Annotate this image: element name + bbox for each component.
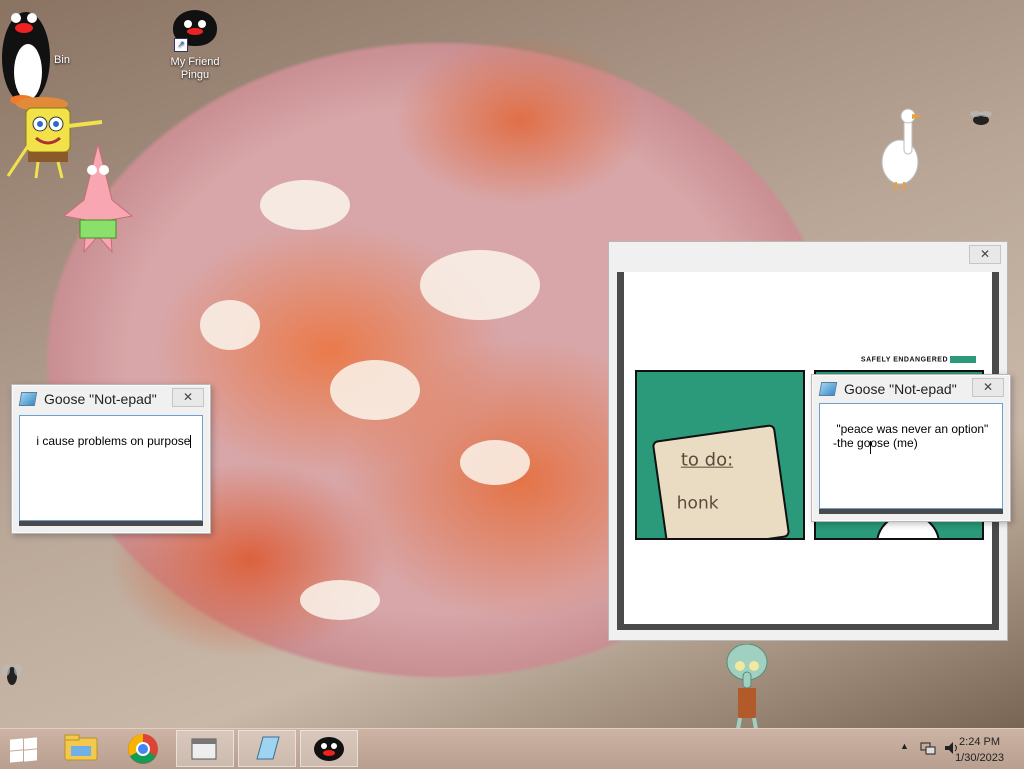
- taskbar-notepad[interactable]: [238, 730, 296, 767]
- window-title: Goose "Not-epad": [844, 381, 957, 397]
- taskbar-chrome[interactable]: [114, 730, 172, 767]
- show-hidden-icons-icon[interactable]: ▲: [900, 741, 909, 751]
- taskbar-folder-window[interactable]: [176, 730, 234, 767]
- start-button[interactable]: [8, 737, 38, 763]
- folder-window-icon: [191, 738, 217, 760]
- goose-notepad-window[interactable]: Goose "Not-epad" ✕ "peace was never an o…: [811, 374, 1011, 522]
- notepad-icon: [818, 382, 838, 396]
- notepad-text-area[interactable]: i cause problems on purpose: [19, 415, 203, 521]
- shortcut-arrow-icon: ↗: [174, 38, 188, 52]
- window-titlebar[interactable]: Goose "Not-epad" ✕: [12, 385, 210, 411]
- comic-credit: SAFELY ENDANGERED: [861, 356, 976, 363]
- note-item: honk: [676, 493, 719, 514]
- my-friend-pingu-shortcut[interactable]: ↗ My Friend Pingu: [164, 10, 226, 82]
- pingu-icon: [314, 737, 344, 761]
- close-button[interactable]: ✕: [972, 378, 1004, 397]
- text-caret: [870, 441, 871, 455]
- comic-panel-left: to do: honk: [635, 370, 805, 540]
- taskbar-clock[interactable]: 2:24 PM 1/30/2023: [955, 734, 1004, 766]
- comic-credit-text: SAFELY ENDANGERED: [860, 356, 948, 364]
- notepad-text: i cause problems on purpose: [36, 434, 191, 448]
- file-explorer-icon: [64, 734, 98, 761]
- goose-character[interactable]: [878, 106, 922, 190]
- notepad-text: "peace was never an option" -the goose (…: [833, 422, 989, 450]
- system-tray: ▲ 2:24 PM 1/30/2023: [874, 729, 1024, 769]
- close-button[interactable]: ✕: [969, 245, 1001, 264]
- window-bottom-border: [19, 521, 203, 526]
- fly-icon[interactable]: [966, 108, 996, 132]
- network-icon[interactable]: [920, 741, 936, 755]
- goose-notepad-window[interactable]: Goose "Not-epad" ✕ i cause problems on p…: [11, 384, 211, 534]
- window-bottom-border: [819, 509, 1003, 514]
- taskbar-file-explorer[interactable]: [52, 730, 110, 767]
- window-title: Goose "Not-epad": [44, 391, 157, 407]
- notepad-icon: [256, 736, 280, 760]
- window-titlebar[interactable]: Goose "Not-epad" ✕: [812, 375, 1010, 401]
- clock-time: 2:24 PM: [959, 736, 1001, 748]
- notepad-text-area[interactable]: "peace was never an option" -the goose (…: [819, 403, 1003, 509]
- chrome-icon: [128, 734, 158, 764]
- text-caret: [190, 435, 192, 449]
- close-button[interactable]: ✕: [172, 388, 204, 407]
- pingu-character[interactable]: [0, 0, 60, 110]
- taskbar: ▲ 2:24 PM 1/30/2023: [0, 728, 1024, 769]
- todo-note: to do: honk: [651, 423, 791, 538]
- note-heading: to do:: [680, 449, 734, 471]
- clock-date: 1/30/2023: [955, 752, 1004, 764]
- my-friend-pingu-label: My Friend Pingu: [170, 56, 220, 81]
- fly-icon[interactable]: [0, 656, 28, 694]
- notepad-icon: [18, 392, 38, 406]
- taskbar-pingu[interactable]: [300, 730, 358, 767]
- patrick-character[interactable]: [60, 140, 136, 264]
